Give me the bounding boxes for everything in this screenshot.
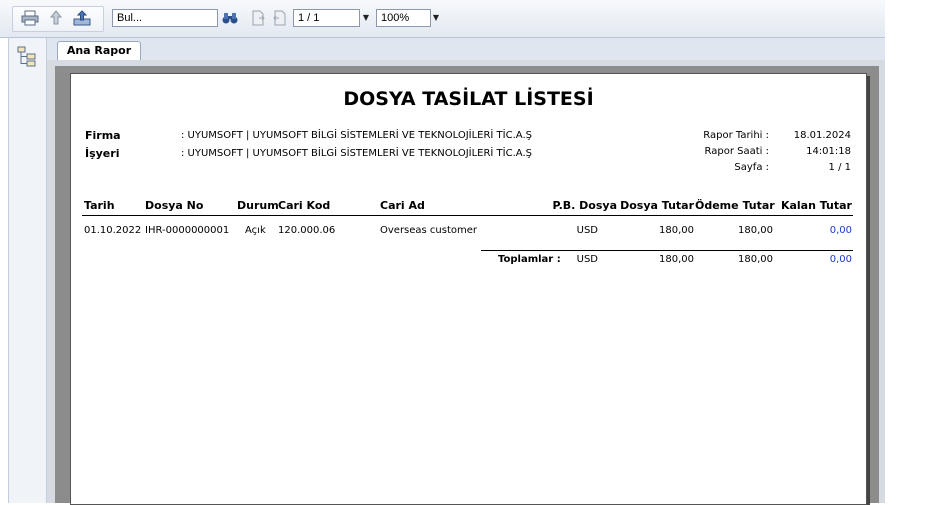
col-header-cari-ad: Cari Ad [380,199,425,212]
col-header-dosya-no: Dosya No [145,199,204,212]
group-tree-toggle[interactable] [17,46,37,71]
isyeri-label: İşyeri [85,147,120,160]
search-input[interactable] [112,9,218,27]
page-next-icon [273,10,286,26]
cell-dosya-tutar: 180,00 [659,225,694,236]
export-up-button[interactable] [46,9,66,27]
cell-kalan-tutar: 0,00 [829,225,852,236]
rapor-tarihi-value: 18.01.2024 [793,130,851,141]
cell-cari-ad: Overseas customer [380,225,478,236]
zoom-input[interactable] [376,9,431,27]
sayfa-value: 1 / 1 [828,162,851,173]
print-button[interactable] [20,9,40,27]
sayfa-label: Sayfa : [734,162,769,173]
cell-pb-dosya: USD [576,225,598,236]
report-toolbar: ▼ ▼ [0,0,885,38]
page-number-input[interactable] [293,9,360,27]
totals-dosya-tutar: 180,00 [659,254,694,265]
arrow-up-icon [49,10,63,25]
totals-pb-dosya: USD [576,254,598,265]
find-button[interactable] [220,9,240,27]
col-header-dosya-tutar: Dosya Tutar [620,199,694,212]
next-page-button[interactable] [270,9,290,27]
report-title: DOSYA TASİLAT LİSTESİ [343,88,594,110]
prev-page-button[interactable] [248,9,268,27]
col-header-pb-dosya: P.B. Dosya [552,199,617,212]
group-tree-panel [8,38,47,503]
col-header-cari-kod: Cari Kod [278,199,331,212]
tab-ana-rapor[interactable]: Ana Rapor [57,41,141,61]
tree-view-icon [17,46,36,67]
col-header-kalan-tutar: Kalan Tutar [780,199,852,212]
cell-cari-kod: 120.000.06 [278,225,336,236]
export-button[interactable] [72,9,92,27]
col-header-tarih: Tarih [84,199,115,212]
cell-dosya-no: IHR-0000000001 [145,225,230,236]
binoculars-icon [222,13,238,24]
report-tab-strip: Ana Rapor [47,38,885,61]
page-dropdown-arrow-icon[interactable]: ▼ [361,9,371,27]
export-icon [73,10,91,26]
printer-icon [21,10,39,26]
firma-label: Firma [85,129,121,142]
col-header-durum: Durum [237,199,279,212]
cell-durum: Açık [245,225,266,236]
page-prev-icon [252,10,265,26]
zoom-dropdown-arrow-icon[interactable]: ▼ [431,9,441,27]
cell-tarih: 01.10.2022 [84,225,142,236]
cell-odeme-tutar: 180,00 [738,225,773,236]
rapor-saati-label: Rapor Saati : [704,146,769,157]
totals-kalan-tutar: 0,00 [829,254,852,265]
totals-odeme-tutar: 180,00 [738,254,773,265]
report-page: DOSYA TASİLAT LİSTESİ Firma : UYUMSOFT |… [70,73,867,505]
isyeri-value: : UYUMSOFT | UYUMSOFT BİLGİ SİSTEMLERİ V… [181,148,532,159]
header-divider [82,215,853,216]
totals-divider [481,250,853,251]
col-header-odeme-tutar: Ödeme Tutar [695,199,775,212]
rapor-tarihi-label: Rapor Tarihi : [703,130,769,141]
firma-value: : UYUMSOFT | UYUMSOFT BİLGİ SİSTEMLERİ V… [181,130,532,141]
rapor-saati-value: 14:01:18 [806,146,851,157]
